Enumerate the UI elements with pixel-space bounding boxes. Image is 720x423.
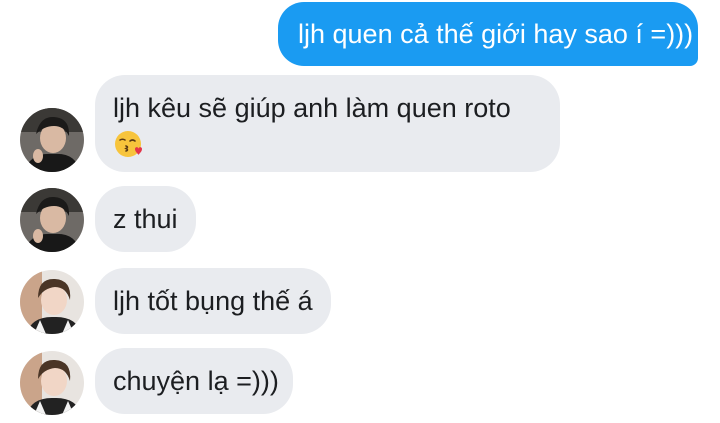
contact-avatar[interactable] xyxy=(20,188,84,252)
contact-avatar[interactable] xyxy=(20,270,84,334)
message-text: ljh tốt bụng thế á xyxy=(113,286,313,316)
received-message-bubble[interactable]: ljh tốt bụng thế á xyxy=(95,268,331,334)
received-message-bubble[interactable]: z thui xyxy=(95,186,196,252)
message-text: chuyện lạ =))) xyxy=(113,366,279,396)
face-blowing-kiss-emoji xyxy=(113,129,143,159)
received-message-bubble[interactable]: chuyện lạ =))) xyxy=(95,348,293,414)
message-text: z thui xyxy=(113,204,178,234)
chat-thread: ljh quen cả thế giới hay sao í =))) ljh … xyxy=(0,0,720,423)
contact-avatar[interactable] xyxy=(20,351,84,415)
sent-message-bubble[interactable]: ljh quen cả thế giới hay sao í =))) xyxy=(278,2,698,66)
message-text: ljh kêu sẽ giúp anh làm quen roto xyxy=(113,93,511,123)
contact-avatar[interactable] xyxy=(20,108,84,172)
message-text: ljh quen cả thế giới hay sao í =))) xyxy=(298,19,694,49)
received-message-bubble[interactable]: ljh kêu sẽ giúp anh làm quen roto xyxy=(95,75,560,172)
